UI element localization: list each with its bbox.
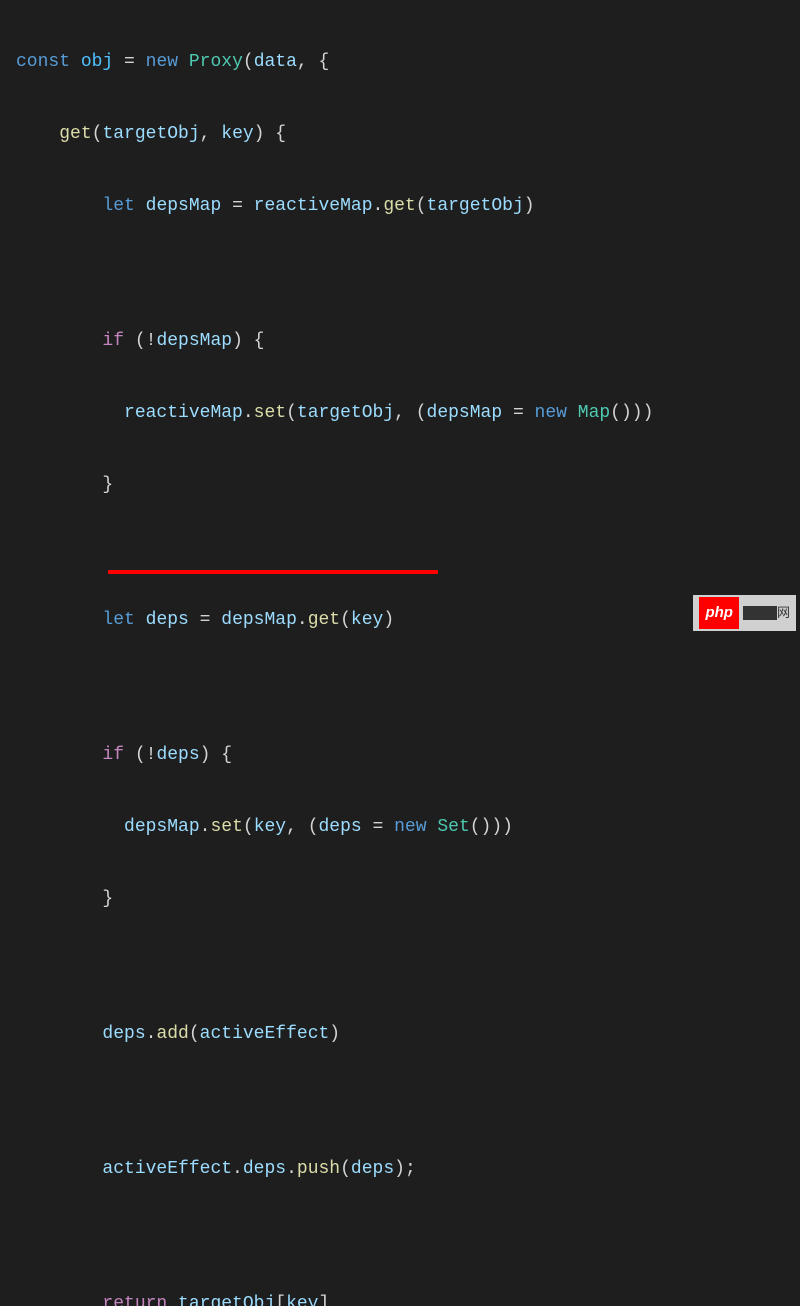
code-line-15: deps.add(activeEffect) <box>16 1016 784 1052</box>
keyword-if: if <box>102 331 124 351</box>
class-set: Set <box>437 817 469 837</box>
method-get: get <box>59 124 91 144</box>
method-get: get <box>383 196 415 216</box>
var-activeEffect: activeEffect <box>200 1024 330 1044</box>
code-line-6: reactiveMap.set(targetObj, (depsMap = ne… <box>16 395 784 431</box>
param-targetObj: targetObj <box>102 124 199 144</box>
keyword-const: const <box>16 52 70 72</box>
code-line-9: let deps = depsMap.get(key) <box>16 602 784 638</box>
var-data: data <box>254 52 297 72</box>
code-editor: const obj = new Proxy(data, { get(target… <box>16 8 784 1306</box>
code-line-14 <box>16 953 784 980</box>
code-line-18 <box>16 1223 784 1250</box>
keyword-new: new <box>146 52 178 72</box>
watermark-text: 网 <box>743 600 790 626</box>
class-proxy: Proxy <box>189 52 243 72</box>
code-line-7: } <box>16 467 784 503</box>
code-line-1: const obj = new Proxy(data, { <box>16 44 784 80</box>
method-add: add <box>156 1024 188 1044</box>
var-reactiveMap: reactiveMap <box>254 196 373 216</box>
code-line-3: let depsMap = reactiveMap.get(targetObj) <box>16 188 784 224</box>
code-line-5: if (!depsMap) { <box>16 323 784 359</box>
code-line-4 <box>16 260 784 287</box>
highlight-underline <box>108 570 438 574</box>
class-map: Map <box>578 403 610 423</box>
var-deps: deps <box>146 610 189 630</box>
code-line-2: get(targetObj, key) { <box>16 116 784 152</box>
param-key: key <box>221 124 253 144</box>
code-line-13: } <box>16 881 784 917</box>
watermark: php 网 <box>693 595 796 631</box>
watermark-logo: php <box>699 597 739 629</box>
code-line-8 <box>16 539 784 566</box>
keyword-return: return <box>102 1294 167 1306</box>
var-obj: obj <box>81 52 113 72</box>
code-line-12: depsMap.set(key, (deps = new Set())) <box>16 809 784 845</box>
code-line-17: activeEffect.deps.push(deps); <box>16 1151 784 1187</box>
method-set: set <box>254 403 286 423</box>
code-line-10 <box>16 674 784 701</box>
code-line-11: if (!deps) { <box>16 737 784 773</box>
code-line-19: return targetObj[key] <box>16 1286 784 1306</box>
code-line-16 <box>16 1088 784 1115</box>
redacted-icon <box>743 606 777 620</box>
keyword-let: let <box>102 196 134 216</box>
var-depsMap: depsMap <box>146 196 222 216</box>
method-push: push <box>297 1159 340 1179</box>
